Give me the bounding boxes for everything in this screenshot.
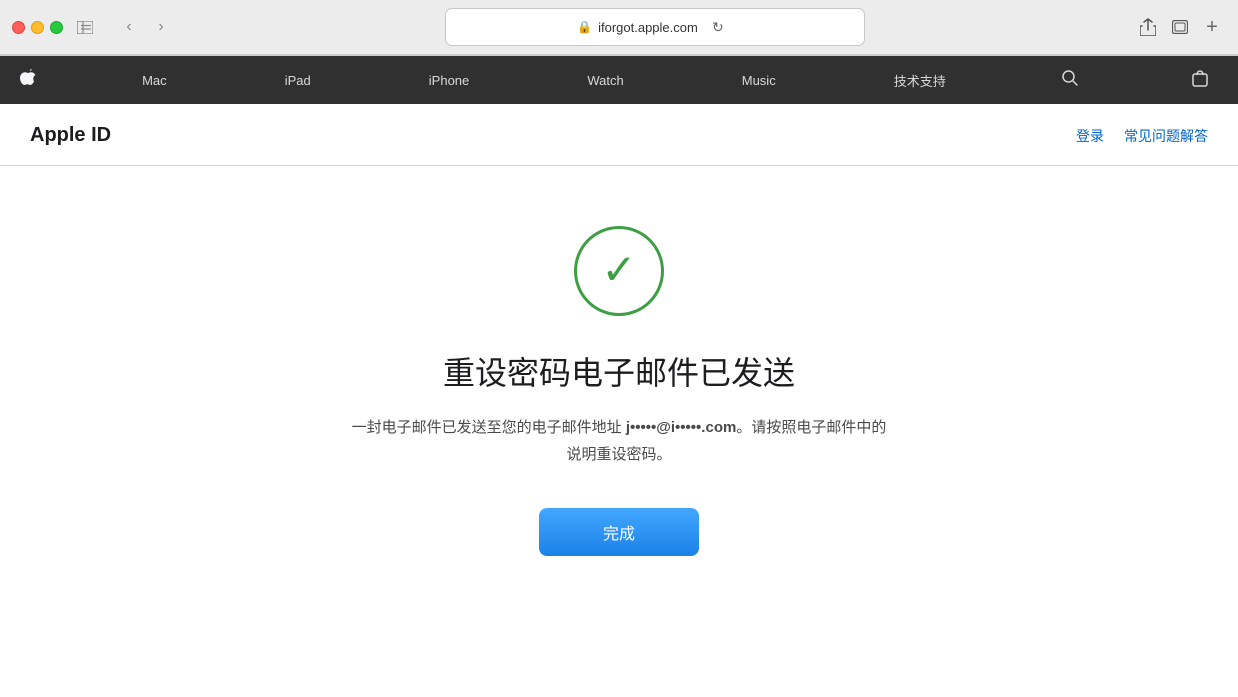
apple-navbar: Mac iPad iPhone Watch Music 技术支持 bbox=[0, 56, 1238, 104]
email-address: j•••••@i•••••.com bbox=[626, 419, 737, 436]
nav-item-music[interactable]: Music bbox=[730, 73, 788, 88]
login-link[interactable]: 登录 bbox=[1076, 126, 1104, 146]
nav-item-support[interactable]: 技术支持 bbox=[882, 71, 958, 90]
nav-item-iphone[interactable]: iPhone bbox=[417, 73, 481, 88]
browser-chrome: ‹ › 🔒 iforgot.apple.com ↻ bbox=[0, 0, 1238, 56]
tab-overview-button[interactable] bbox=[1166, 13, 1194, 41]
header-links: 登录 常见问题解答 bbox=[1076, 126, 1208, 164]
main-content: ✓ 重设密码电子邮件已发送 一封电子邮件已发送至您的电子邮件地址 j•••••@… bbox=[0, 166, 1238, 636]
maximize-button[interactable] bbox=[50, 21, 63, 34]
nav-item-watch[interactable]: Watch bbox=[575, 73, 635, 88]
nav-buttons: ‹ › bbox=[115, 13, 175, 41]
reload-button[interactable]: ↻ bbox=[704, 13, 732, 41]
address-bar-container: 🔒 iforgot.apple.com ↻ bbox=[183, 8, 1126, 46]
close-button[interactable] bbox=[12, 21, 25, 34]
success-title: 重设密码电子邮件已发送 bbox=[443, 348, 795, 394]
lock-icon: 🔒 bbox=[577, 20, 592, 34]
desc-text-1: 一封电子邮件已发送至您的电子邮件地址 bbox=[352, 419, 626, 436]
url-text: iforgot.apple.com bbox=[598, 20, 698, 35]
apple-id-header: Apple ID 登录 常见问题解答 bbox=[0, 104, 1238, 166]
new-tab-button[interactable]: + bbox=[1198, 13, 1226, 41]
success-description: 一封电子邮件已发送至您的电子邮件地址 j•••••@i•••••.com。请按照… bbox=[349, 414, 889, 468]
page-wrapper: Apple ID 登录 常见问题解答 ✓ 重设密码电子邮件已发送 一封电子邮件已… bbox=[0, 104, 1238, 697]
success-icon: ✓ bbox=[574, 226, 664, 316]
checkmark-icon: ✓ bbox=[601, 249, 636, 291]
bag-icon[interactable] bbox=[1182, 69, 1218, 92]
apple-logo[interactable] bbox=[20, 69, 36, 92]
toolbar-right: + bbox=[1134, 13, 1226, 41]
share-button[interactable] bbox=[1134, 13, 1162, 41]
titlebar: ‹ › 🔒 iforgot.apple.com ↻ bbox=[0, 0, 1238, 55]
nav-item-ipad[interactable]: iPad bbox=[273, 73, 323, 88]
faq-link[interactable]: 常见问题解答 bbox=[1124, 126, 1208, 146]
apple-id-title: Apple ID bbox=[30, 124, 111, 165]
back-button[interactable]: ‹ bbox=[115, 13, 143, 41]
nav-item-mac[interactable]: Mac bbox=[130, 73, 179, 88]
sidebar-button[interactable] bbox=[71, 13, 99, 41]
traffic-lights bbox=[12, 21, 63, 34]
nav-items: Mac iPad iPhone Watch Music 技术支持 bbox=[20, 69, 1218, 92]
address-bar[interactable]: 🔒 iforgot.apple.com ↻ bbox=[445, 8, 865, 46]
search-icon[interactable] bbox=[1052, 70, 1088, 91]
minimize-button[interactable] bbox=[31, 21, 44, 34]
done-button[interactable]: 完成 bbox=[539, 508, 699, 556]
forward-button[interactable]: › bbox=[147, 13, 175, 41]
